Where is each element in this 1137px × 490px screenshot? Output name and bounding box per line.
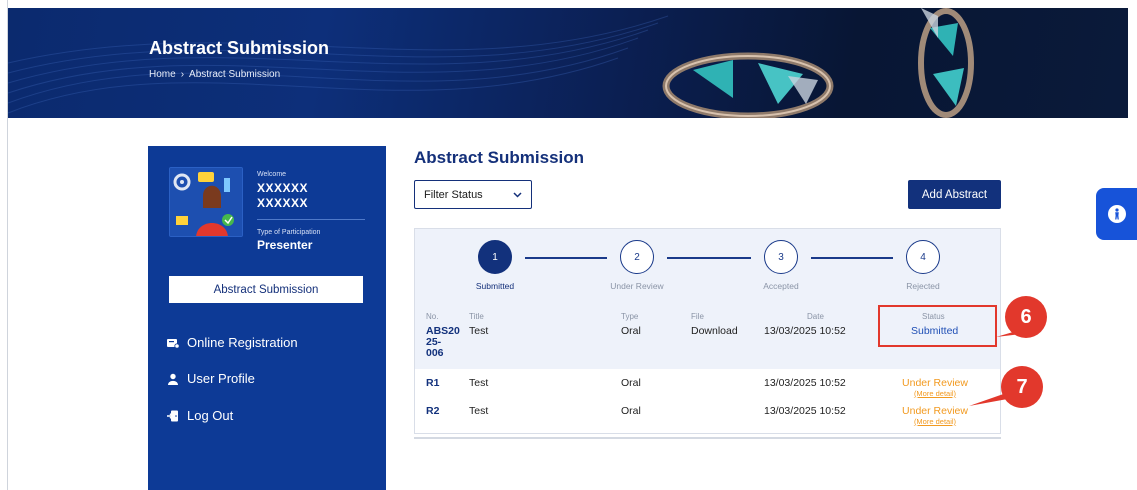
sidebar-item-label: Log Out: [187, 408, 234, 423]
abstract-title: Test: [469, 325, 489, 337]
revision-status: Under Review (More detail): [897, 405, 973, 426]
sidebar-item-label: Online Registration: [187, 335, 298, 350]
breadcrumb-separator: ›: [180, 69, 185, 80]
banner-title: Abstract Submission: [149, 38, 330, 58]
banner-jewelry-image: [662, 8, 974, 118]
callout-badge-6: 6: [1005, 296, 1047, 338]
step-number: 2: [620, 240, 654, 274]
revision-status: Under Review (More detail): [897, 377, 973, 398]
accessibility-figure-icon: [1114, 208, 1119, 220]
status-text: Under Review: [902, 377, 968, 389]
welcome-label: Welcome: [257, 171, 287, 178]
presenter-avatar-icon: [170, 168, 242, 236]
step-rejected: 4 Rejected: [893, 240, 953, 291]
card-bottom-rule: [414, 437, 1001, 439]
participation-type-value: Presenter: [257, 238, 313, 252]
page: Abstract Submission Home › Abstract Subm…: [0, 0, 1137, 490]
more-detail-link[interactable]: (More detail): [897, 417, 973, 426]
user-icon: [168, 373, 178, 385]
column-header-title: Title: [469, 312, 484, 321]
status-highlight-box: [878, 305, 997, 347]
abstract-number-part: 006: [426, 347, 444, 359]
revision-number: R1: [426, 377, 440, 389]
revision-date: 13/03/2025 10:52: [764, 377, 846, 389]
sidebar-item-online-registration[interactable]: Online Registration: [167, 335, 298, 350]
logout-icon: [167, 410, 178, 421]
abstract-number[interactable]: ABS20 25- 006: [426, 326, 460, 359]
filter-status-select[interactable]: Filter Status: [414, 180, 532, 209]
avatar: [169, 167, 243, 237]
sidebar-item-log-out[interactable]: Log Out: [167, 408, 233, 423]
accessibility-icon: [1107, 205, 1126, 223]
stepper-connector: [667, 257, 751, 259]
stepper-connector: [811, 257, 893, 259]
step-label: Accepted: [763, 281, 799, 291]
step-number: 3: [764, 240, 798, 274]
revision-date: 13/03/2025 10:52: [764, 405, 846, 417]
step-label: Submitted: [475, 281, 515, 291]
add-abstract-button[interactable]: Add Abstract: [908, 180, 1001, 209]
column-header-no: No.: [426, 312, 439, 321]
step-under-review: 2 Under Review: [607, 240, 667, 291]
page-banner: Abstract Submission Home › Abstract Subm…: [8, 8, 1128, 118]
step-number: 4: [906, 240, 940, 274]
sidebar-divider: [257, 219, 365, 220]
breadcrumb-home-link[interactable]: Home: [149, 69, 176, 80]
column-header-file: File: [691, 312, 704, 321]
callout-badge-7: 7: [1001, 366, 1043, 408]
sidebar-item-user-profile[interactable]: User Profile: [167, 371, 255, 386]
sidebar-abstract-submission-button[interactable]: Abstract Submission: [169, 276, 363, 303]
chevron-down-icon: [513, 191, 522, 198]
step-label: Under Review: [610, 281, 664, 291]
user-last-name: XXXXXX: [257, 196, 309, 210]
registration-icon: [167, 338, 179, 349]
status-text: Under Review: [902, 405, 968, 417]
more-detail-link[interactable]: (More detail): [897, 389, 973, 398]
column-header-date: Date: [807, 312, 824, 321]
user-first-name: XXXXXX: [257, 181, 309, 195]
user-name: XXXXXX XXXXXX: [257, 181, 308, 211]
abstract-date: 13/03/2025 10:52: [764, 325, 846, 337]
revision-type: Oral: [621, 405, 641, 417]
sidebar-item-label: User Profile: [187, 371, 255, 386]
step-number: 1: [478, 240, 512, 274]
step-label: Rejected: [906, 281, 940, 291]
filter-status-label: Filter Status: [424, 188, 483, 201]
step-accepted: 3 Accepted: [751, 240, 811, 291]
accessibility-button[interactable]: [1096, 188, 1137, 240]
download-link[interactable]: Download: [691, 325, 738, 337]
revision-title: Test: [469, 405, 489, 417]
column-header-type: Type: [621, 312, 639, 321]
step-submitted: 1 Submitted: [465, 240, 525, 291]
stepper-connector: [525, 257, 607, 259]
participation-type-label: Type of Participation: [257, 229, 321, 236]
revision-type: Oral: [621, 377, 641, 389]
revision-title: Test: [469, 377, 489, 389]
breadcrumb: Home › Abstract Submission: [149, 69, 280, 80]
sidebar: Welcome XXXXXX XXXXXX Type of Participat…: [148, 146, 386, 490]
page-title: Abstract Submission: [414, 148, 585, 167]
breadcrumb-current: Abstract Submission: [189, 69, 281, 80]
abstract-type: Oral: [621, 325, 641, 337]
revision-number: R2: [426, 405, 440, 417]
